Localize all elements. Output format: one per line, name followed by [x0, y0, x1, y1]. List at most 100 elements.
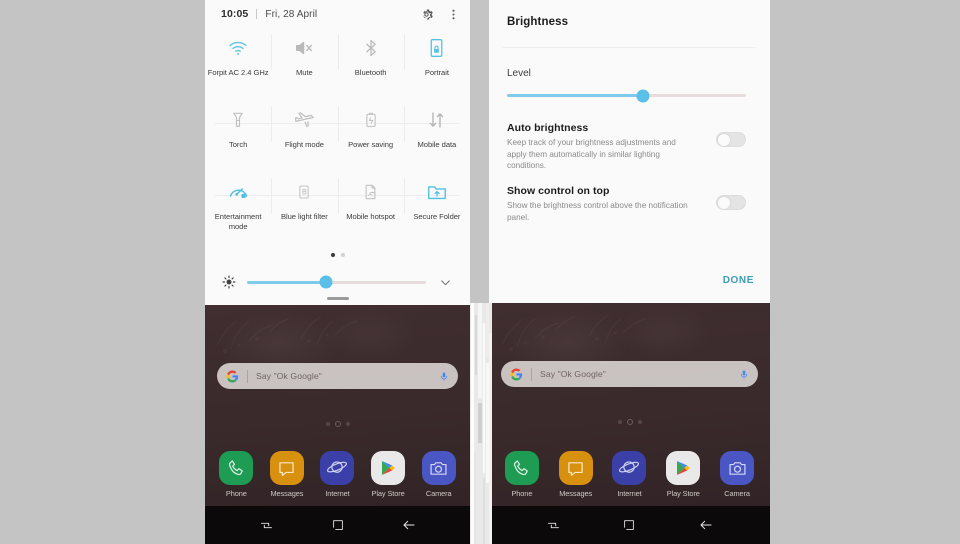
- quick-toggle-row: Torch Flight mode Power saving Mobile da…: [205, 100, 470, 172]
- home-page-indicator: [205, 421, 470, 427]
- home-icon[interactable]: [318, 506, 358, 544]
- more-vertical-icon[interactable]: [447, 7, 460, 22]
- quick-toggle-secure-folder[interactable]: Secure Folder: [403, 172, 470, 244]
- level-slider[interactable]: [507, 89, 746, 102]
- done-button[interactable]: DONE: [723, 275, 754, 286]
- level-slider-track[interactable]: [507, 89, 746, 102]
- dock-app-label: Phone: [225, 489, 247, 498]
- quick-toggle-blue-light-filter[interactable]: Blue light filter: [271, 172, 337, 244]
- brightness-icon: [219, 275, 239, 289]
- gear-icon[interactable]: [419, 7, 434, 22]
- dock-app-label: Internet: [325, 489, 350, 498]
- back-icon[interactable]: [389, 506, 429, 544]
- dock-app-internet[interactable]: Internet: [606, 451, 652, 498]
- quick-toggle-mobile-data[interactable]: Mobile data: [403, 100, 470, 172]
- quick-toggle-label: Torch: [228, 140, 248, 149]
- internet-icon: [612, 451, 647, 485]
- slider-fill: [507, 94, 644, 97]
- quick-toggle-bluetooth[interactable]: Bluetooth: [337, 28, 404, 100]
- phone-panel-brightness-sheet: Brightness Level Auto brightness Keep tr…: [489, 0, 770, 544]
- dock-app-play-store[interactable]: Play Store: [365, 451, 411, 498]
- airplane-icon: [293, 100, 316, 140]
- quick-panel-page-indicator: [205, 253, 470, 257]
- search-bar-divider: [247, 369, 248, 383]
- google-search-bar[interactable]: Say "Ok Google": [217, 363, 458, 389]
- dock-app-label: Messages: [559, 489, 593, 498]
- dock-app-phone[interactable]: Phone: [213, 451, 259, 498]
- quick-toggle-mute[interactable]: Mute: [271, 28, 337, 100]
- home-page-dot[interactable]: [325, 422, 330, 426]
- messages-icon: [558, 451, 593, 485]
- dock-app-label: Messages: [270, 489, 304, 498]
- dock-app-label: Camera: [425, 489, 452, 498]
- quick-toggle-wifi[interactable]: Forpit AC 2.4 GHz: [205, 28, 271, 100]
- entertainment-icon: [227, 172, 250, 212]
- slider-thumb[interactable]: [319, 275, 333, 289]
- sheet-title: Brightness: [507, 16, 569, 28]
- home-page-dot-active[interactable]: [626, 419, 633, 425]
- dock-app-label: Play Store: [371, 489, 405, 498]
- chevron-down-icon[interactable]: [434, 276, 456, 289]
- option-show-control-on-top[interactable]: Show control on top Show the brightness …: [507, 185, 756, 223]
- microphone-icon[interactable]: [439, 370, 449, 383]
- toggle-knob: [717, 195, 731, 210]
- quick-toggle-torch[interactable]: Torch: [205, 100, 271, 172]
- back-icon[interactable]: [686, 506, 726, 544]
- home-page-dot[interactable]: [617, 420, 622, 424]
- quick-toggle-label: Forpit AC 2.4 GHz: [207, 68, 269, 77]
- option-description: Keep track of your brightness adjustment…: [507, 138, 676, 170]
- home-screen: Say "Ok Google" Phone Messages Internet …: [205, 305, 470, 544]
- play-store-icon: [666, 451, 701, 485]
- google-search-bar[interactable]: Say "Ok Google": [501, 361, 758, 387]
- phone-icon: [219, 451, 254, 485]
- phone-panel-quick-settings: 10:05 Fri, 28 April Forpit AC 2.4 GHz Mu…: [205, 0, 470, 544]
- dock-app-internet[interactable]: Internet: [314, 451, 360, 498]
- home-page-dot[interactable]: [637, 420, 642, 424]
- home-icon[interactable]: [609, 506, 649, 544]
- search-placeholder: Say "Ok Google": [540, 369, 606, 379]
- quick-toggle-row: Entertainment mode Blue light filter Mob…: [205, 172, 470, 244]
- panel-drag-handle[interactable]: [326, 297, 349, 300]
- dock-app-messages[interactable]: Messages: [553, 451, 599, 498]
- microphone-icon[interactable]: [739, 368, 749, 381]
- toggle-knob: [717, 132, 731, 147]
- quick-toggle-portrait[interactable]: Portrait: [403, 28, 470, 100]
- page-dot[interactable]: [340, 253, 345, 257]
- status-bar: 10:05 Fri, 28 April: [205, 0, 470, 28]
- google-g-icon: [226, 370, 239, 383]
- dock-app-phone[interactable]: Phone: [499, 451, 545, 498]
- recents-icon[interactable]: [247, 506, 287, 544]
- quick-toggle-label: Portrait: [424, 68, 449, 77]
- dock-app-messages[interactable]: Messages: [264, 451, 310, 498]
- dock-app-label: Internet: [617, 489, 642, 498]
- quick-toggle-flight-mode[interactable]: Flight mode: [271, 100, 337, 172]
- brightness-slider[interactable]: [247, 275, 426, 289]
- quick-toggle-entertainment-mode[interactable]: Entertainment mode: [205, 172, 271, 244]
- search-bar-divider: [531, 367, 532, 381]
- slider-remainder: [643, 94, 746, 97]
- camera-icon: [720, 451, 755, 485]
- auto-brightness-toggle[interactable]: [716, 132, 746, 147]
- option-auto-brightness[interactable]: Auto brightness Keep track of your brigh…: [507, 122, 756, 172]
- wallpaper-texture: [502, 314, 646, 351]
- quick-toggle-label: Blue light filter: [280, 212, 328, 221]
- quick-toggle-power-saving[interactable]: Power saving: [337, 100, 404, 172]
- quick-toggle-label: Flight mode: [284, 140, 324, 149]
- slider-thumb[interactable]: [636, 89, 650, 102]
- status-bar-date: Fri, 28 April: [265, 8, 318, 20]
- phone-icon: [504, 451, 539, 485]
- screenshot-stage: 10:05 Fri, 28 April Forpit AC 2.4 GHz Mu…: [0, 0, 960, 544]
- recents-icon[interactable]: [533, 506, 573, 544]
- home-page-dot-active[interactable]: [334, 421, 341, 427]
- show-control-on-top-toggle[interactable]: [716, 195, 746, 210]
- dock-app-play-store[interactable]: Play Store: [660, 451, 706, 498]
- dock-app-camera[interactable]: Camera: [416, 451, 462, 498]
- battery-saving-icon: [362, 100, 380, 140]
- quick-toggle-label: Secure Folder: [413, 212, 461, 221]
- page-dot-active[interactable]: [330, 253, 335, 257]
- home-page-dot[interactable]: [345, 422, 350, 426]
- dock-app-camera[interactable]: Camera: [714, 451, 760, 498]
- level-label: Level: [507, 68, 531, 79]
- quick-toggle-mobile-hotspot[interactable]: Mobile hotspot: [337, 172, 404, 244]
- google-g-icon: [510, 368, 523, 381]
